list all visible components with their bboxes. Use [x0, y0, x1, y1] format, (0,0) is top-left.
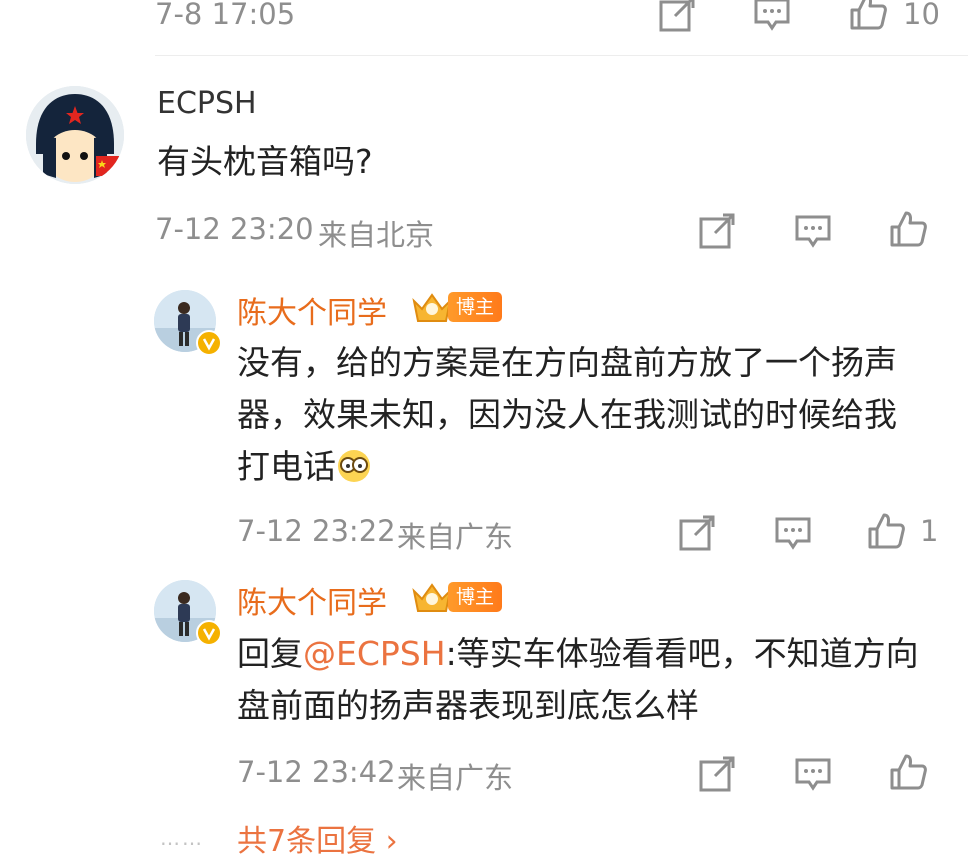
reply-time: 7-12 23:22: [237, 514, 396, 548]
reply-text: 回复@ECPSH:等实车体验看看吧，不知道方向盘前面的扬声器表现到底怎么样: [237, 634, 919, 725]
repost-icon[interactable]: [657, 0, 697, 34]
reply-text: 没有，给的方案是在方向盘前方放了一个扬声器，效果未知，因为没人在我测试的时候给我…: [237, 343, 897, 486]
reply-time: 7-12 23:42: [237, 755, 396, 789]
repost-icon[interactable]: [677, 513, 717, 553]
comment-icon[interactable]: [793, 211, 833, 251]
verified-icon: [196, 330, 222, 356]
like-icon[interactable]: [848, 0, 888, 32]
comment-icon[interactable]: [752, 0, 792, 34]
like-count: 1: [920, 514, 939, 548]
comment-location: 来自北京: [318, 218, 435, 252]
chevron-right-icon: ›: [385, 824, 398, 859]
blogger-badge: 博主: [410, 289, 503, 325]
comment-username[interactable]: ECPSH: [157, 86, 257, 121]
like-icon[interactable]: [888, 752, 928, 792]
reply-location: 来自广东: [397, 520, 514, 554]
verified-icon: [196, 620, 222, 646]
like-icon[interactable]: [866, 511, 906, 551]
repost-icon[interactable]: [697, 211, 737, 251]
comment-text: 有头枕音箱吗?: [157, 142, 373, 181]
reply-location: 来自广东: [397, 761, 514, 795]
comment-time: 7-12 23:20: [155, 212, 314, 246]
like-icon[interactable]: [888, 209, 928, 249]
reply-username[interactable]: 陈大个同学: [237, 288, 387, 332]
more-dots: ……: [160, 826, 204, 850]
comment-icon[interactable]: [773, 513, 813, 553]
reply-username[interactable]: 陈大个同学: [237, 578, 387, 622]
blogger-badge: 博主: [410, 579, 503, 615]
repost-icon[interactable]: [697, 754, 737, 794]
mention-link[interactable]: @ECPSH: [303, 634, 446, 673]
like-count: 10: [903, 0, 940, 31]
glasses-emoji-icon: [336, 447, 372, 483]
view-all-replies-link[interactable]: 共7条回复 ›: [237, 816, 398, 860]
previous-comment-time: 7-8 17:05: [155, 0, 296, 31]
divider: [155, 55, 968, 56]
avatar[interactable]: [26, 86, 124, 184]
comment-icon[interactable]: [793, 754, 833, 794]
